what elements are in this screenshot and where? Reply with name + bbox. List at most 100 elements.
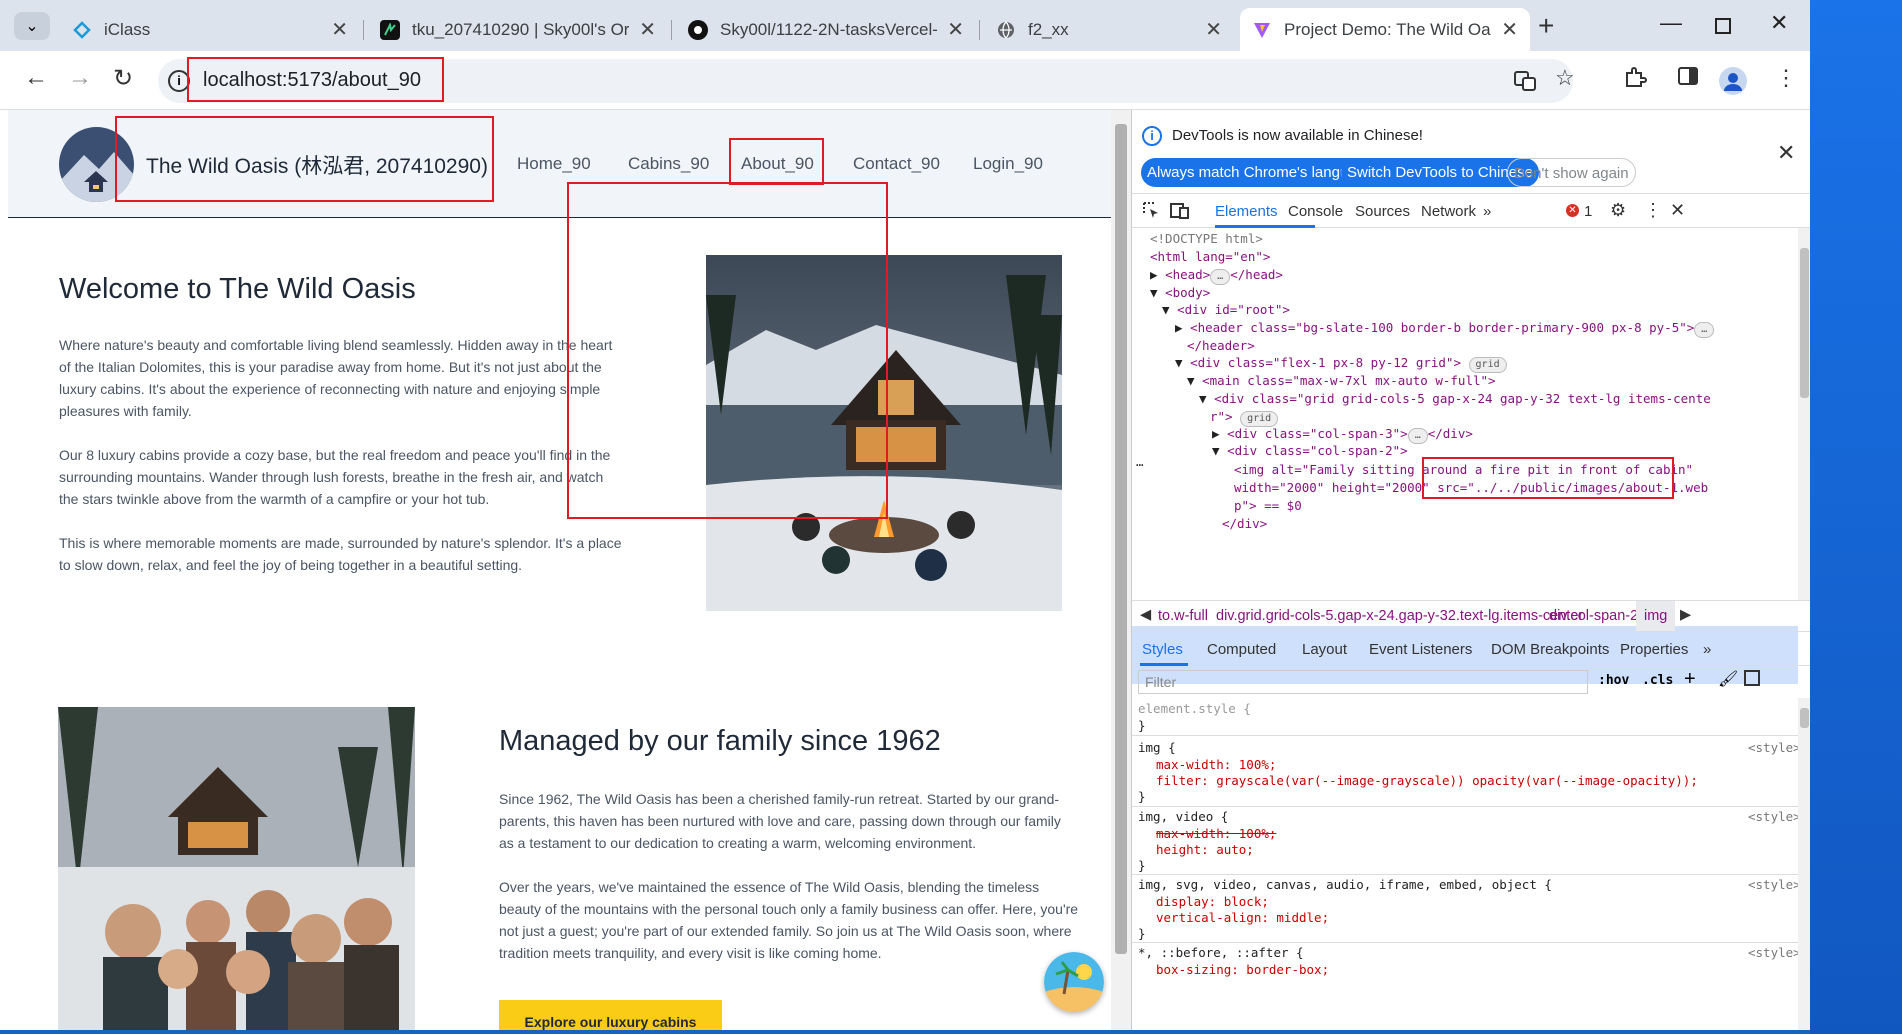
tab-f2[interactable]: f2_xx ✕ (984, 8, 1234, 51)
tab-github[interactable]: Sky00l/1122-2N-tasksVercel- ✕ (676, 8, 976, 51)
close-icon[interactable]: ✕ (639, 17, 656, 42)
dom-line-head[interactable]: ▶ <head>… </head> (1150, 266, 1283, 285)
tab-computed[interactable]: Computed (1207, 641, 1276, 658)
dom-line-col3[interactable]: ▶ <div class="col-span-3">… </div> (1212, 425, 1473, 444)
css-selector[interactable]: img, video { (1138, 808, 1228, 826)
dom-line-flex[interactable]: ▼ <div class="flex-1 px-8 py-12 grid"> g… (1175, 354, 1507, 373)
more-tabs-icon[interactable]: » (1483, 203, 1491, 220)
maximize-icon[interactable] (1715, 18, 1731, 34)
paint-brush-icon[interactable]: 🖌 (1718, 669, 1738, 689)
reload-icon[interactable]: ↻ (113, 64, 133, 93)
breadcrumb-item-selected[interactable]: img (1636, 601, 1676, 631)
close-icon[interactable]: ✕ (947, 17, 964, 42)
elements-scrollbar[interactable] (1798, 228, 1810, 600)
css-declaration[interactable]: filter: grayscale(var(--image-grayscale)… (1156, 772, 1698, 790)
more-tabs-icon[interactable]: » (1703, 641, 1711, 658)
css-source-link[interactable]: <style> (1748, 876, 1801, 894)
explore-cabins-button[interactable]: Explore our luxury cabins (499, 1000, 722, 1030)
back-icon[interactable]: ← (24, 64, 48, 92)
dom-line-img-end[interactable]: p"> == $0 (1234, 497, 1302, 515)
inspect-icon[interactable] (1142, 201, 1160, 223)
css-selector[interactable]: element.style { (1138, 700, 1251, 718)
annotation-box-src (1422, 457, 1674, 499)
tab-sources[interactable]: Sources (1355, 203, 1410, 220)
tab-network[interactable]: Network (1421, 203, 1476, 220)
dom-line[interactable]: <html lang="en"> (1150, 248, 1270, 266)
minimize-icon[interactable]: — (1660, 10, 1682, 36)
css-selector[interactable]: img, svg, video, canvas, audio, iframe, … (1138, 876, 1552, 894)
toggle-sidebar-icon[interactable] (1744, 670, 1760, 686)
hov-toggle[interactable]: :hov (1598, 673, 1629, 688)
close-icon[interactable]: ✕ (1777, 140, 1795, 166)
dont-show-again-button[interactable]: Don't show again (1507, 158, 1636, 187)
error-count[interactable]: 1 (1584, 203, 1592, 220)
tab-console[interactable]: Console (1288, 203, 1343, 220)
tab-wild-oasis[interactable]: Project Demo: The Wild Oasis ✕ (1240, 8, 1530, 51)
close-icon[interactable]: ✕ (331, 17, 348, 42)
tab-event-listeners[interactable]: Event Listeners (1369, 641, 1472, 658)
tab-org[interactable]: tku_207410290 | Sky00l's Org ✕ (368, 8, 668, 51)
css-source-link[interactable]: <style> (1748, 739, 1801, 757)
css-selector[interactable]: img { (1138, 739, 1176, 757)
css-declaration[interactable]: box-sizing: border-box; (1156, 961, 1329, 979)
close-devtools-icon[interactable]: ✕ (1670, 200, 1685, 221)
scroll-right-icon[interactable]: ▶ (1680, 607, 1691, 623)
styles-filter-input[interactable]: Filter (1138, 670, 1588, 694)
tab-layout[interactable]: Layout (1302, 641, 1347, 658)
bookmark-star-icon[interactable]: ☆ (1555, 65, 1575, 91)
green-square-icon (380, 19, 400, 40)
nav-home[interactable]: Home_90 (517, 154, 591, 174)
css-source-link[interactable]: <style> (1748, 944, 1801, 962)
settings-gear-icon[interactable]: ⚙ (1610, 200, 1626, 221)
nav-contact[interactable]: Contact_90 (853, 154, 940, 174)
css-brace: } (1138, 858, 1146, 873)
page-scrollbar[interactable] (1111, 110, 1131, 1030)
translate-icon[interactable] (1513, 69, 1537, 99)
error-icon[interactable]: ✕ (1566, 204, 1579, 217)
breadcrumb-item[interactable]: div.grid.grid-cols-5.gap-x-24.gap-y-32.t… (1216, 608, 1583, 624)
new-tab-icon[interactable]: + (1538, 10, 1554, 42)
dom-line-main[interactable]: ▼ <main class="max-w-7xl mx-auto w-full"… (1187, 372, 1496, 390)
forward-icon[interactable]: → (68, 64, 92, 92)
tab-dom-breakpoints[interactable]: DOM Breakpoints (1491, 641, 1609, 658)
new-rule-icon[interactable]: + (1684, 668, 1696, 691)
dom-line-grid-cont[interactable]: r"> grid (1210, 408, 1279, 427)
tab-iclass[interactable]: iClass ✕ (60, 8, 360, 51)
profile-avatar-icon[interactable] (1719, 67, 1747, 95)
dom-line-grid[interactable]: ▼ <div class="grid grid-cols-5 gap-x-24 … (1199, 390, 1711, 408)
styles-scrollbar[interactable] (1798, 698, 1810, 1030)
floating-assistant-icon[interactable] (1044, 952, 1104, 1012)
css-source-link[interactable]: <style> (1748, 808, 1801, 826)
tab-styles[interactable]: Styles (1142, 641, 1183, 658)
elements-tree: <!DOCTYPE html> <html lang="en"> ▶ <head… (1132, 228, 1798, 684)
scroll-left-icon[interactable]: ◀ (1140, 607, 1151, 623)
browser-menu-icon[interactable]: ⋮ (1775, 65, 1797, 91)
dom-line[interactable]: </header> (1187, 337, 1255, 355)
window-close-icon[interactable]: ✕ (1770, 10, 1788, 36)
css-selector[interactable]: *, ::before, ::after { (1138, 944, 1304, 962)
devtools-panel: i DevTools is now available in Chinese! … (1131, 110, 1810, 1030)
css-declaration[interactable]: height: auto; (1156, 841, 1254, 859)
breadcrumb-item[interactable]: to.w-full (1158, 608, 1208, 624)
devtools-menu-icon[interactable]: ⋮ (1644, 200, 1662, 221)
device-toolbar-icon[interactable] (1170, 201, 1190, 223)
dom-line-col2[interactable]: ▼ <div class="col-span-2"> (1212, 442, 1408, 460)
nav-login[interactable]: Login_90 (973, 154, 1043, 174)
nav-cabins[interactable]: Cabins_90 (628, 154, 709, 174)
dom-line-header[interactable]: ▶ <header class="bg-slate-100 border-b b… (1175, 319, 1715, 338)
tab-elements[interactable]: Elements (1215, 203, 1278, 220)
breadcrumb-item[interactable]: div.col-span-2 (1549, 608, 1638, 624)
dom-breadcrumb: ◀ to.w-full div.grid.grid-cols-5.gap-x-2… (1132, 600, 1810, 632)
cls-toggle[interactable]: .cls (1642, 673, 1673, 688)
side-panel-icon[interactable] (1677, 65, 1699, 93)
tab-search-button[interactable]: ⌄ (14, 12, 50, 40)
dom-line-body[interactable]: ▼ <body> (1150, 284, 1210, 302)
dom-line-root[interactable]: ▼ <div id="root"> (1162, 301, 1290, 319)
dom-line[interactable]: <!DOCTYPE html> (1150, 230, 1263, 248)
dom-line[interactable]: </div> (1222, 515, 1267, 533)
css-declaration[interactable]: vertical-align: middle; (1156, 909, 1329, 927)
tab-properties[interactable]: Properties (1620, 641, 1688, 658)
close-icon[interactable]: ✕ (1205, 17, 1222, 42)
close-icon[interactable]: ✕ (1501, 17, 1518, 42)
extensions-icon[interactable] (1623, 65, 1647, 95)
